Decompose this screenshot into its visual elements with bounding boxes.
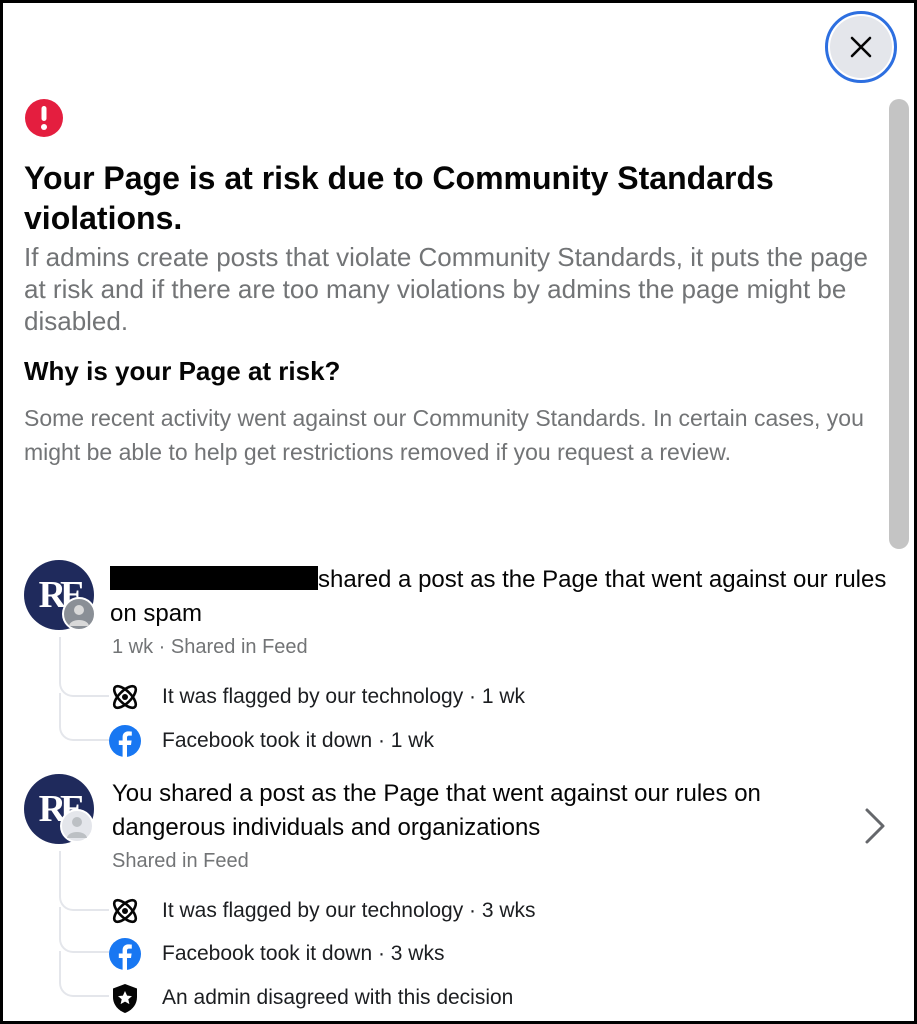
- admin-avatar: [62, 597, 96, 631]
- risk-dialog: Your Page is at risk due to Community St…: [3, 3, 914, 1021]
- close-button[interactable]: [825, 11, 897, 83]
- redacted-name: [110, 566, 318, 590]
- step-removed: Facebook took it down · 1 wk: [108, 724, 434, 758]
- atom-icon: [112, 898, 138, 924]
- violation-meta: 1 wk · Shared in Feed: [112, 636, 308, 658]
- close-icon: [850, 36, 872, 58]
- chevron-right-icon[interactable]: [861, 806, 889, 846]
- thread-connector: [59, 637, 109, 697]
- section-description: Some recent activity went against our Co…: [24, 405, 864, 465]
- thread-connector: [59, 693, 109, 741]
- exclamation-circle-icon: [25, 99, 63, 137]
- admin-photo-icon: [69, 605, 89, 626]
- violation-title: shared a post as the Page that went agai…: [110, 563, 900, 631]
- thread-connector: [59, 951, 109, 997]
- facebook-logo-icon: [109, 938, 141, 970]
- step-flagged: It was flagged by our technology · 3 wks: [108, 894, 536, 928]
- step-flagged: It was flagged by our technology · 1 wk: [108, 680, 525, 714]
- shield-star-icon: [113, 984, 137, 1013]
- section-heading: Why is your Page at risk?: [24, 356, 341, 386]
- user-silhouette-icon: [67, 817, 87, 838]
- step-admin-disagreed: An admin disagreed with this decision: [108, 981, 513, 1015]
- step-text: Facebook took it down · 3 wks: [162, 942, 445, 965]
- thread-connector: [59, 907, 109, 953]
- step-text: Facebook took it down · 1 wk: [162, 729, 434, 752]
- thread-connector: [59, 851, 109, 911]
- default-user-avatar: [60, 809, 94, 843]
- step-text: It was flagged by our technology · 1 wk: [162, 685, 526, 708]
- step-text: It was flagged by our technology · 3 wks: [162, 899, 536, 922]
- step-text: An admin disagreed with this decision: [162, 986, 514, 1009]
- close-button-inner: [830, 16, 892, 78]
- atom-icon: [112, 684, 138, 710]
- violation-meta: Shared in Feed: [112, 850, 249, 872]
- step-removed: Facebook took it down · 3 wks: [108, 937, 444, 971]
- facebook-logo-icon: [109, 725, 141, 757]
- violation-title: You shared a post as the Page that went …: [112, 780, 761, 841]
- page-title: Your Page is at risk due to Community St…: [24, 160, 774, 236]
- intro-text: If admins create posts that violate Comm…: [24, 242, 868, 336]
- scrollbar[interactable]: [889, 99, 909, 549]
